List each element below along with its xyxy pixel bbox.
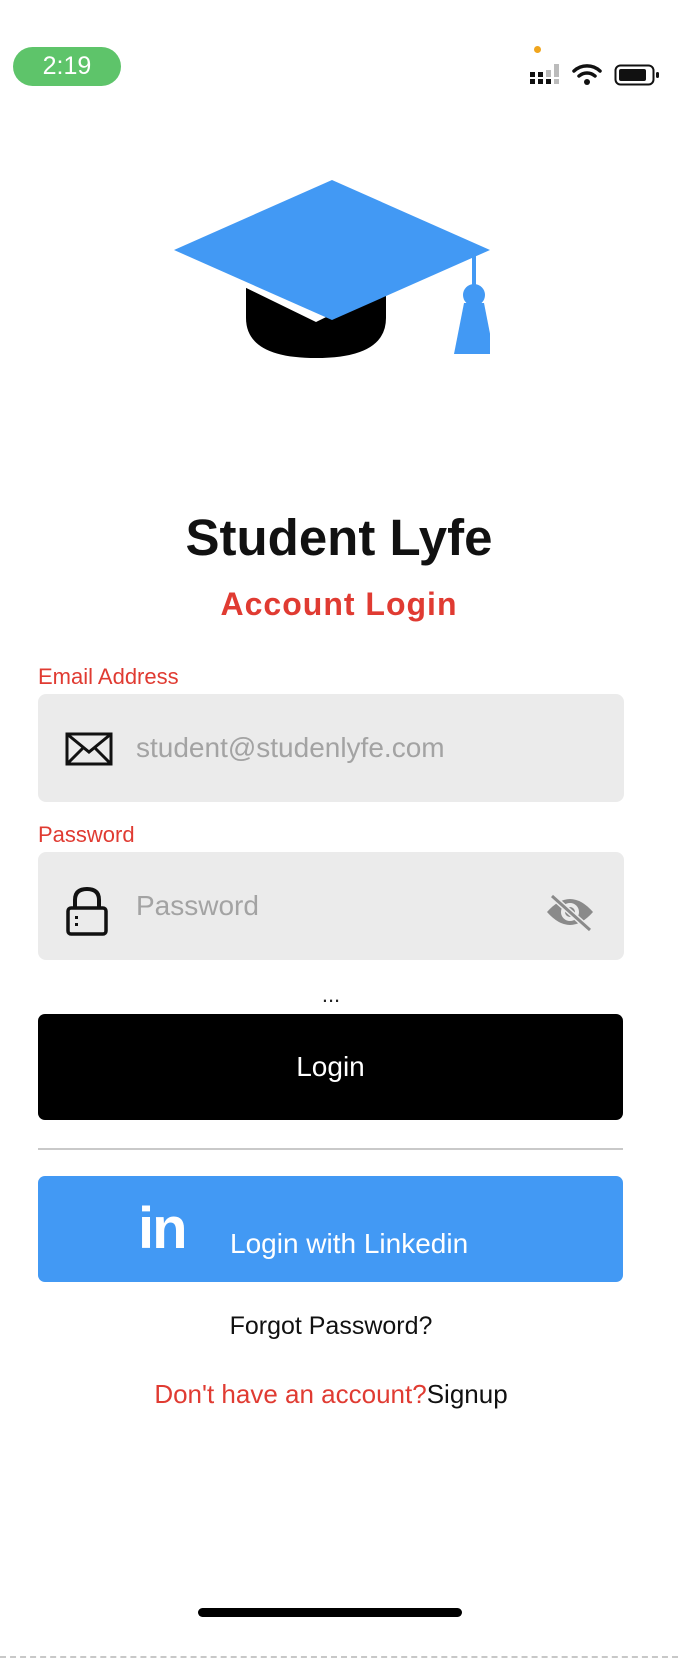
signup-row: Don't have an account?Signup — [0, 1379, 662, 1410]
password-label: Password — [38, 822, 135, 847]
email-input[interactable] — [136, 694, 556, 802]
bottom-edge-divider — [0, 1656, 678, 1658]
signal-icon — [530, 64, 559, 84]
wifi-icon — [572, 64, 602, 85]
password-input[interactable] — [136, 852, 556, 960]
lock-icon — [66, 886, 108, 936]
battery-icon — [614, 64, 659, 86]
signup-link[interactable]: Signup — [427, 1379, 508, 1409]
app-title: Student Lyfe — [185, 509, 493, 566]
password-field[interactable] — [38, 852, 624, 960]
status-time: 2:19 — [13, 47, 121, 86]
eye-off-icon[interactable] — [544, 892, 596, 932]
linkedin-login-button[interactable]: in Login with Linkedin — [38, 1176, 623, 1282]
forgot-password-link[interactable]: Forgot Password? — [0, 1312, 662, 1341]
no-account-text: Don't have an account? — [154, 1379, 427, 1409]
login-button[interactable]: Login — [38, 1014, 623, 1120]
mail-icon — [65, 732, 113, 766]
email-field[interactable] — [38, 694, 624, 802]
linkedin-logo-icon: in — [138, 1196, 188, 1261]
home-indicator[interactable] — [198, 1608, 462, 1617]
divider — [38, 1148, 623, 1150]
email-label: Email Address — [38, 664, 179, 689]
privacy-indicator-dot — [534, 46, 541, 53]
linkedin-button-label: Login with Linkedin — [230, 1228, 469, 1259]
graduation-cap-icon — [174, 180, 490, 358]
page-subtitle: Account Login — [220, 586, 458, 622]
loading-indicator: ... — [321, 982, 341, 1007]
